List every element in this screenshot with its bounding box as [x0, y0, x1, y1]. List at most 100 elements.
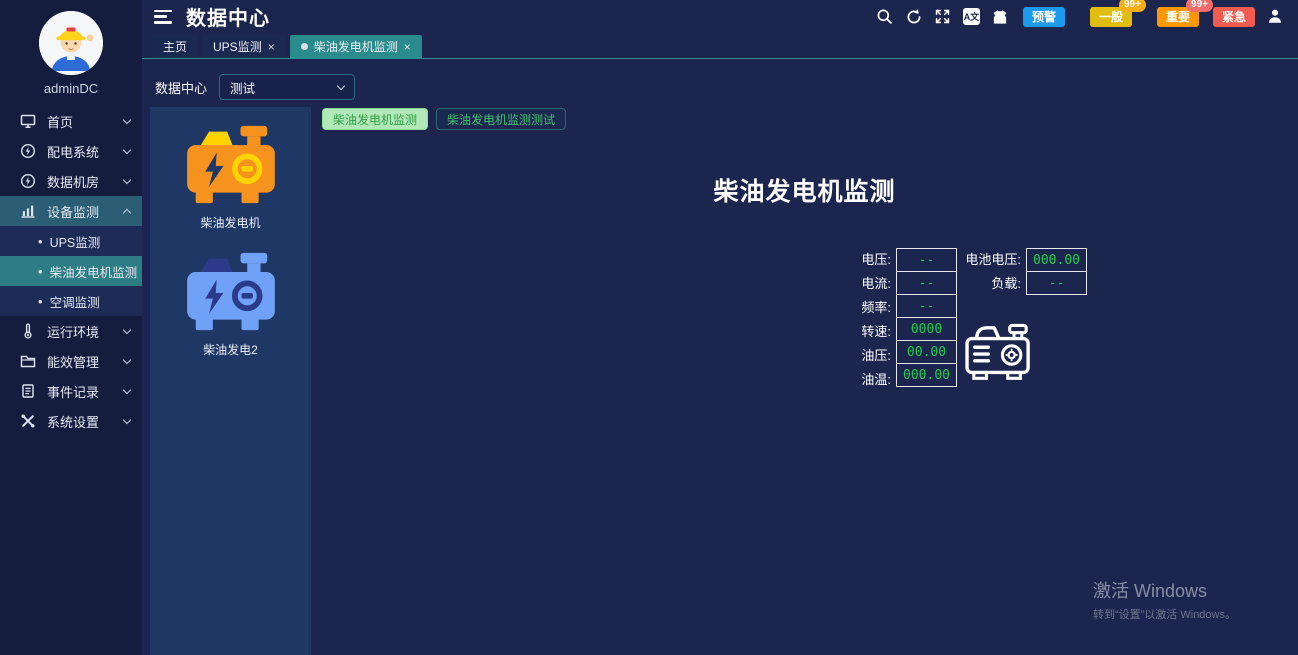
sidebar-item-label: 首页: [47, 112, 124, 131]
folder-icon: [20, 353, 36, 369]
chevron-down-icon: [123, 415, 131, 423]
close-icon[interactable]: ×: [404, 40, 411, 54]
badge-label: 预警: [1032, 8, 1056, 25]
field-value-voltage: --: [896, 248, 957, 272]
sidebar-item-home[interactable]: 首页: [0, 106, 142, 136]
diesel-generator-icon: [183, 251, 279, 333]
power-circle-icon: [20, 173, 36, 189]
header: 数据中心 A文 预警 一般 99+ 重要: [142, 0, 1298, 33]
tab-label: UPS监测: [213, 38, 262, 55]
tab-ups-monitoring[interactable]: UPS监测 ×: [202, 35, 286, 58]
theme-icon[interactable]: [991, 8, 1009, 26]
bullet: •: [38, 294, 43, 309]
tab-diesel-generator-monitoring[interactable]: 柴油发电机监测 ×: [290, 35, 422, 58]
sidebar-subitem-diesel-generator-monitoring[interactable]: • 柴油发电机监测: [0, 256, 142, 286]
bar-chart-icon: [20, 203, 36, 219]
sidebar-subitem-label: UPS监测: [50, 232, 101, 251]
refresh-icon[interactable]: [905, 8, 923, 26]
user-name: adminDC: [0, 81, 142, 96]
power-circle-icon: [20, 143, 36, 159]
diesel-generator-icon: [183, 124, 279, 206]
field-value-load: --: [1026, 271, 1087, 295]
search-icon[interactable]: [876, 8, 894, 26]
sidebar-item-label: 能效管理: [47, 352, 124, 371]
badge-label: 重要: [1166, 8, 1190, 25]
sidebar-item-label: 系统设置: [47, 412, 124, 431]
badge-count: 99+: [1186, 0, 1213, 12]
avatar-image: [39, 11, 103, 75]
language-icon[interactable]: A文: [963, 8, 980, 25]
user-icon[interactable]: [1266, 8, 1284, 26]
alert-badge-general[interactable]: 一般 99+: [1090, 7, 1132, 27]
datacenter-select-label: 数据中心: [155, 78, 207, 97]
field-value-current: --: [896, 271, 957, 295]
sidebar-subitem-ups-monitoring[interactable]: • UPS监测: [0, 226, 142, 256]
selected-option: 测试: [230, 78, 255, 97]
active-tab-dot: [301, 43, 308, 50]
avatar[interactable]: [39, 11, 103, 75]
sidebar-item-data-room[interactable]: 数据机房: [0, 166, 142, 196]
header-toolbar: A文 预警 一般 99+ 重要 99+ 紧急: [876, 7, 1298, 27]
badge-label: 紧急: [1222, 8, 1246, 25]
field-label: 电池电压:: [956, 248, 1026, 272]
content-title: 柴油发电机监测: [311, 172, 1298, 208]
chevron-up-icon: [123, 208, 131, 216]
main-area: 数据中心 A文 预警 一般 99+ 重要: [142, 0, 1298, 655]
tab-home[interactable]: 主页: [152, 35, 198, 58]
field-value-oil-pressure: 00.00: [896, 340, 957, 364]
device-diesel-generator-1[interactable]: 柴油发电机: [150, 107, 311, 231]
badge-label: 一般: [1099, 8, 1123, 25]
bullet: •: [38, 234, 43, 249]
sidebar-item-operating-environment[interactable]: 运行环境: [0, 316, 142, 346]
generator-outline-icon: [964, 323, 1036, 387]
sidebar: adminDC 首页 配电系统 数据机房 设备监测 • UPS监测 • 柴油发电…: [0, 0, 142, 655]
sidebar-item-event-records[interactable]: 事件记录: [0, 376, 142, 406]
monitor-icon: [20, 113, 36, 129]
telemetry-right-group: 电池电压: 负载: 000.00 --: [956, 248, 1087, 296]
sidebar-subitem-ac-monitoring[interactable]: • 空调监测: [0, 286, 142, 316]
chevron-down-icon: [123, 385, 131, 393]
sidebar-item-label: 设备监测: [47, 202, 124, 221]
device-diesel-generator-2[interactable]: 柴油发电2: [150, 231, 311, 358]
diesel-monitor-test-button[interactable]: 柴油发电机监测测试: [436, 108, 566, 130]
alert-badge-urgent[interactable]: 紧急: [1213, 7, 1255, 27]
hamburger-menu-icon[interactable]: [154, 10, 172, 24]
field-value-frequency: --: [896, 294, 957, 318]
diesel-monitor-button[interactable]: 柴油发电机监测: [322, 108, 428, 130]
field-label: 电流:: [852, 272, 896, 296]
chevron-down-icon: [123, 325, 131, 333]
chevron-down-icon: [337, 81, 345, 89]
chevron-down-icon: [123, 355, 131, 363]
sidebar-subitem-label: 柴油发电机监测: [50, 262, 138, 281]
monitor-button-row: 柴油发电机监测 柴油发电机监测测试: [322, 108, 566, 130]
device-list-panel: 柴油发电机 柴油发电2: [150, 107, 311, 655]
tools-icon: [20, 413, 36, 429]
chevron-down-icon: [123, 145, 131, 153]
alert-badge-important[interactable]: 重要 99+: [1157, 7, 1199, 27]
sidebar-item-label: 运行环境: [47, 322, 124, 341]
device-label: 柴油发电2: [150, 341, 311, 358]
page-title: 数据中心: [186, 2, 270, 31]
close-icon[interactable]: ×: [268, 40, 275, 54]
sidebar-subitem-label: 空调监测: [50, 292, 100, 311]
field-value-oil-temperature: 000.00: [896, 363, 957, 387]
fullscreen-icon[interactable]: [934, 8, 952, 26]
telemetry-left-group: 电压: 电流: 频率: 转速: 油压: 油温: -- -- -- 0000 00…: [852, 248, 957, 392]
document-icon: [20, 383, 36, 399]
sidebar-item-power-distribution[interactable]: 配电系统: [0, 136, 142, 166]
bullet: •: [38, 264, 43, 279]
sidebar-item-energy-management[interactable]: 能效管理: [0, 346, 142, 376]
content-area: 柴油发电机监测 柴油发电机监测测试 柴油发电机监测 电压: 电流: 频率: 转速…: [311, 100, 1298, 655]
alert-badge-warning[interactable]: 预警: [1023, 7, 1065, 27]
sidebar-item-equipment-monitoring[interactable]: 设备监测: [0, 196, 142, 226]
badge-count: 99+: [1119, 0, 1146, 12]
field-label: 转速:: [852, 320, 896, 344]
datacenter-select[interactable]: 测试: [219, 74, 355, 100]
field-value-rpm: 0000: [896, 317, 957, 341]
tab-bar: 主页 UPS监测 × 柴油发电机监测 ×: [142, 33, 1298, 59]
field-label: 油压:: [852, 344, 896, 368]
sidebar-item-system-settings[interactable]: 系统设置: [0, 406, 142, 436]
thermometer-icon: [20, 323, 36, 339]
field-value-battery-voltage: 000.00: [1026, 248, 1087, 272]
filter-row: 数据中心 测试: [155, 74, 355, 100]
